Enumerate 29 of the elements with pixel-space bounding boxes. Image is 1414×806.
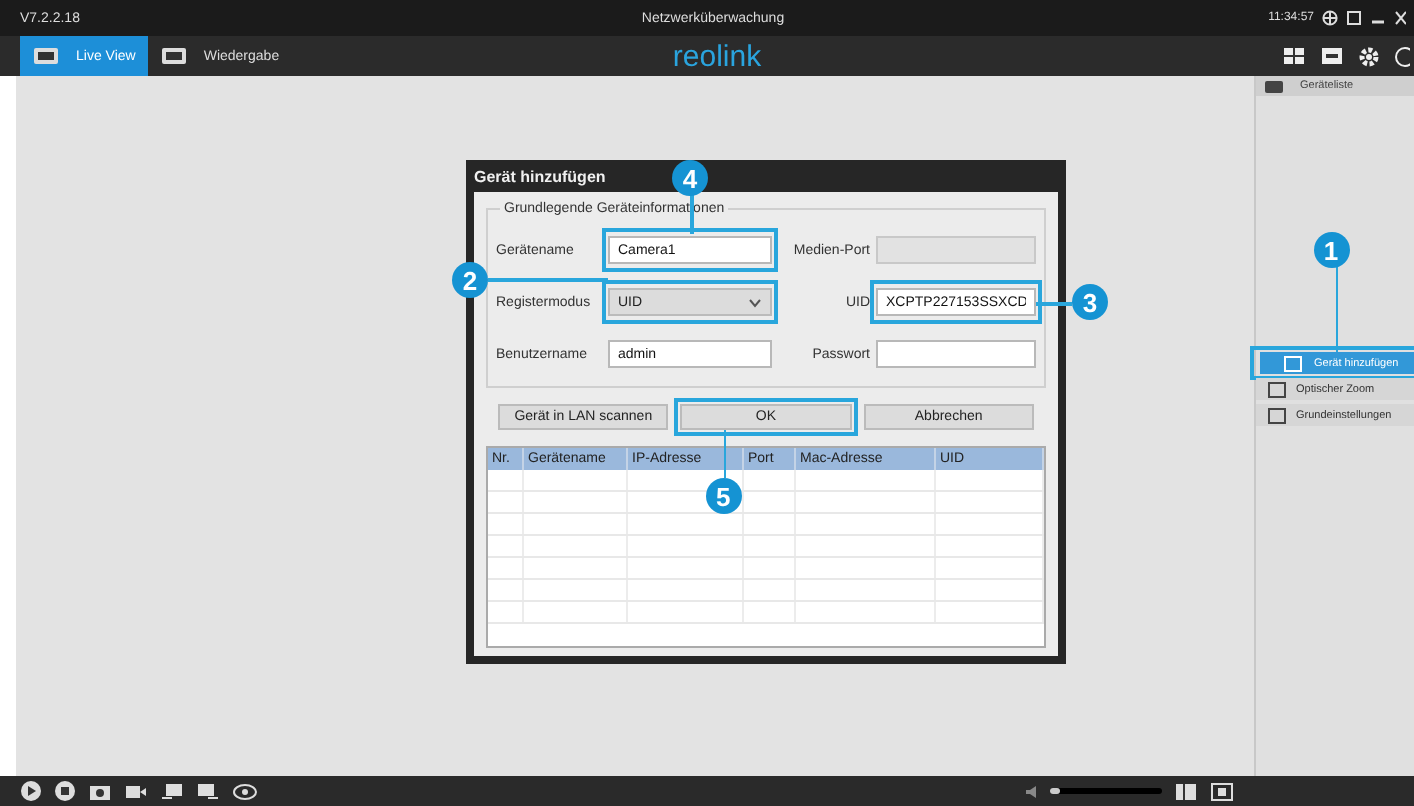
settings-icon[interactable] [1358,45,1380,67]
caret-icon [748,297,762,307]
dialog-title: Gerät hinzufügen [474,167,606,185]
layout-icon[interactable] [1174,781,1198,801]
callout-number: 4 [672,160,708,196]
grid-icon[interactable] [1282,46,1306,66]
callout-number: 2 [452,262,488,298]
video-camera-icon[interactable] [124,781,148,801]
leader-line [1036,302,1072,305]
device-icon [1264,79,1284,93]
leader-line [1335,264,1338,352]
leader-line [488,278,608,281]
camera-icon[interactable] [88,781,112,801]
monitor-icon [32,46,60,66]
close-icon[interactable] [1394,10,1406,26]
callout-number: 3 [1072,284,1108,320]
play-icon[interactable] [20,780,42,802]
fullscreen-icon[interactable] [1210,781,1234,801]
speaker-icon [1026,785,1038,797]
window-icon[interactable] [1346,10,1362,26]
slider-thumb[interactable] [1050,788,1060,794]
volume-slider[interactable] [1050,788,1162,794]
callout-number: 1 [1313,232,1349,268]
eye-icon[interactable] [232,781,258,801]
stop-icon[interactable] [54,780,76,802]
input-field[interactable] [876,340,1036,368]
logo: reolink [672,39,762,73]
globe-icon[interactable] [1322,10,1338,26]
screen-icon[interactable] [1320,46,1344,66]
